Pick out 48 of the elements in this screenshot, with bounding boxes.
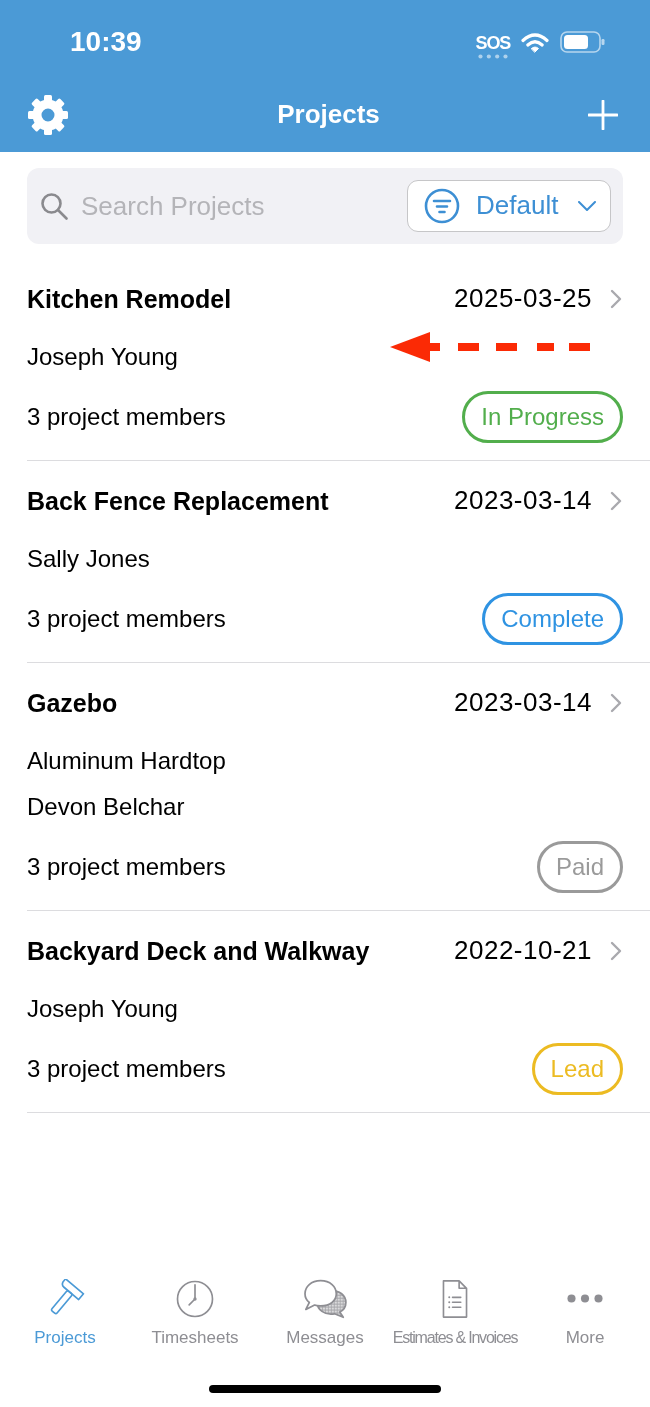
clock-icon <box>175 1279 215 1319</box>
project-detail: Joseph Young <box>27 994 178 1024</box>
member-count: 3 project members <box>27 852 226 882</box>
search-field[interactable]: Search Projects <box>68 184 397 228</box>
tab-bar-item[interactable]: Timesheets <box>130 1275 260 1348</box>
filter-icon <box>424 188 460 224</box>
project-title[interactable]: Backyard Deck and Walkway <box>27 936 370 966</box>
more-icon <box>567 1294 603 1303</box>
member-count: 3 project members <box>27 1054 226 1084</box>
status-tag: In Progress <box>462 391 623 443</box>
search-bar[interactable]: Search Projects Default <box>27 168 623 244</box>
signal-dots-icon <box>477 53 508 59</box>
project-date: 2025-03-25 <box>454 283 592 315</box>
status-tag: Paid <box>536 841 623 893</box>
project-detail: Devon Belchar <box>27 792 185 822</box>
status-tag: Lead <box>531 1043 623 1095</box>
chevron-right-icon[interactable] <box>610 289 622 309</box>
chevron-right-icon[interactable] <box>610 941 622 961</box>
sort-dropdown[interactable]: Default <box>407 180 611 232</box>
tab-bar-item[interactable]: Messages <box>260 1275 390 1348</box>
status-time: 10:39 <box>70 28 142 56</box>
caret-down-icon <box>578 201 596 211</box>
chevron-right-icon[interactable] <box>610 693 622 713</box>
project-date: 2022-10-21 <box>454 935 592 967</box>
project-detail: Aluminum Hardtop <box>27 746 226 776</box>
wifi-icon <box>521 31 549 53</box>
screen-title: Projects <box>277 99 380 131</box>
tab-bar-item[interactable]: Projects <box>0 1275 130 1348</box>
settings-icon[interactable] <box>27 94 69 136</box>
sos-label: SOS <box>475 33 510 52</box>
project-date: 2023-03-14 <box>454 687 592 719</box>
document-icon <box>441 1279 469 1319</box>
add-icon[interactable] <box>588 100 618 130</box>
project-title[interactable]: Gazebo <box>27 688 118 718</box>
status-tag: Complete <box>482 593 623 645</box>
project-detail: Sally Jones <box>27 544 150 574</box>
member-count: 3 project members <box>27 604 226 634</box>
chat-bubbles-icon <box>303 1279 347 1319</box>
search-icon <box>40 192 68 220</box>
tab-bar-item[interactable]: Estimates & Invoices <box>390 1275 520 1348</box>
project-detail: Joseph Young <box>27 342 178 372</box>
project-date: 2023-03-14 <box>454 485 592 517</box>
battery-icon <box>560 31 606 53</box>
project-title[interactable]: Back Fence Replacement <box>27 486 329 516</box>
tab-bar-item[interactable]: More <box>520 1275 650 1348</box>
chevron-right-icon[interactable] <box>610 491 622 511</box>
project-title[interactable]: Kitchen Remodel <box>27 284 232 314</box>
member-count: 3 project members <box>27 402 226 432</box>
